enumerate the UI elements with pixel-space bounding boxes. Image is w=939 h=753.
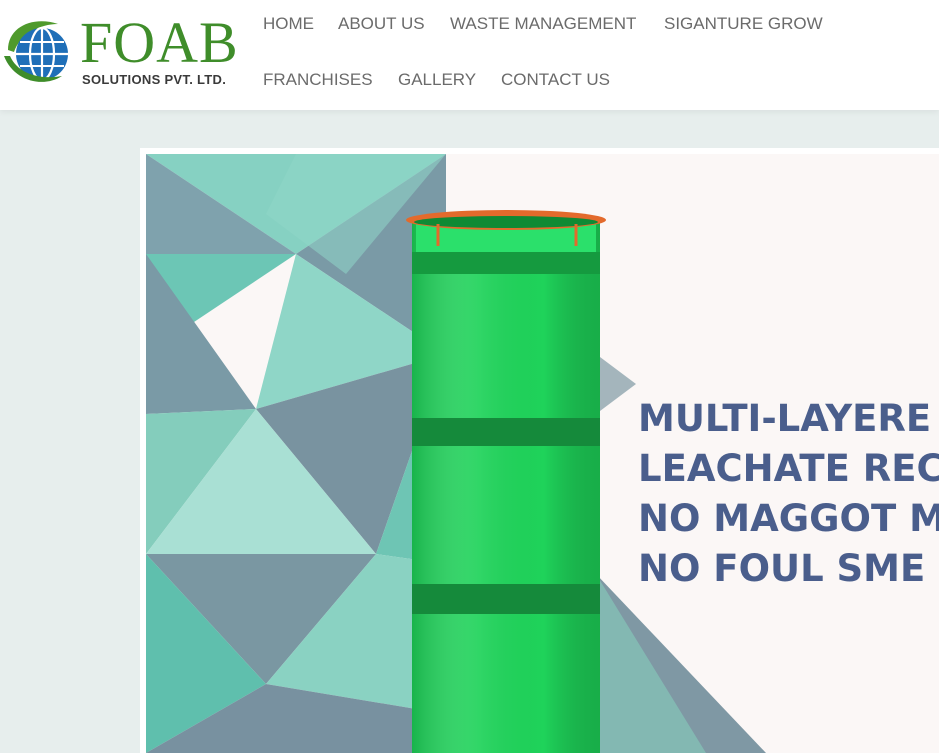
nav-about-us[interactable]: ABOUT US xyxy=(338,14,425,34)
nav-signature-grow[interactable]: SIGANTURE GROW xyxy=(664,14,823,34)
hero-banner: MULTI-LAYERE LEACHATE REC NO MAGGOT M NO… xyxy=(140,148,939,753)
nav-franchises[interactable]: FRANCHISES xyxy=(263,70,373,90)
nav-waste-management[interactable]: WASTE MANAGEMENT xyxy=(450,14,636,34)
logo-wordmark: FOAB xyxy=(80,10,239,75)
nav-home[interactable]: HOME xyxy=(263,14,314,34)
hero-line-4: NO FOUL SME xyxy=(638,547,926,590)
hero-line-2: LEACHATE REC xyxy=(638,447,939,490)
site-header: FOAB SOLUTIONS PVT. LTD. HOME ABOUT US W… xyxy=(0,0,939,110)
nav-gallery[interactable]: GALLERY xyxy=(398,70,476,90)
hero-line-1: MULTI-LAYERE xyxy=(638,397,932,440)
hero-line-3: NO MAGGOT M xyxy=(638,497,939,540)
compost-bin xyxy=(406,210,606,753)
triangle-pattern xyxy=(146,154,446,753)
hero-headline: MULTI-LAYERE LEACHATE REC NO MAGGOT M NO… xyxy=(638,394,939,594)
globe-leaf-icon xyxy=(4,21,68,82)
logo-tagline: SOLUTIONS PVT. LTD. xyxy=(82,72,227,87)
foab-logo[interactable]: FOAB SOLUTIONS PVT. LTD. xyxy=(0,8,256,92)
nav-contact-us[interactable]: CONTACT US xyxy=(501,70,610,90)
